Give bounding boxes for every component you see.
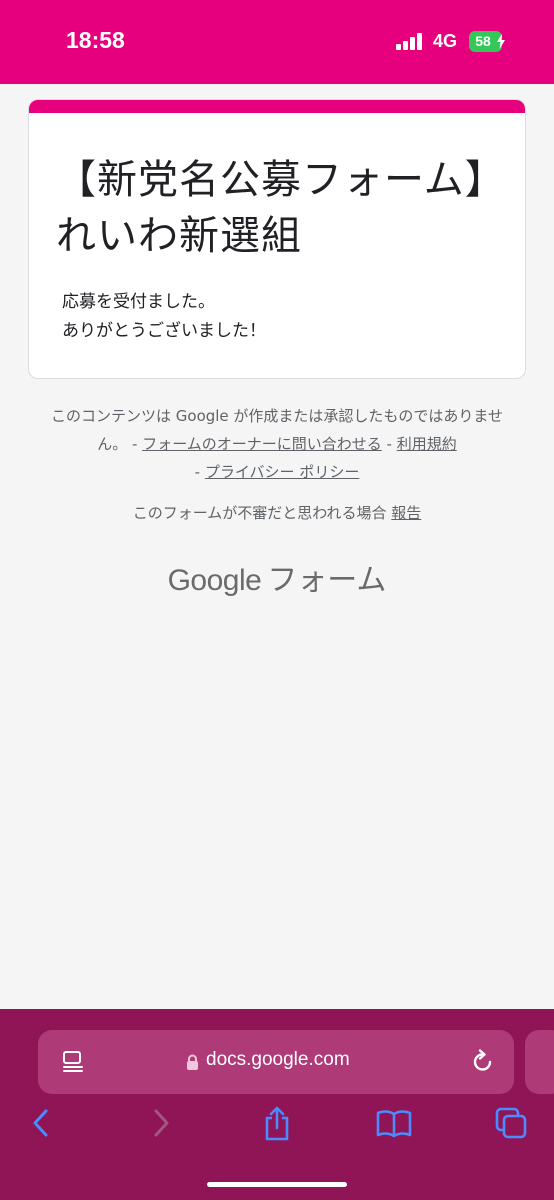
tabs-icon <box>495 1107 527 1139</box>
browser-toolbar: docs.google.com <box>0 1009 554 1200</box>
network-type: 4G <box>433 31 458 51</box>
charging-bolt-icon <box>497 34 505 49</box>
google-forms-logo[interactable]: Google フォーム <box>0 555 554 599</box>
reload-icon[interactable] <box>470 1049 496 1075</box>
separator: - <box>194 463 205 481</box>
report-text: このフォームが不審だと思われる場合 <box>132 504 392 522</box>
back-icon <box>33 1109 48 1137</box>
card-accent-bar <box>29 100 525 113</box>
forward-button[interactable] <box>141 1103 181 1143</box>
privacy-policy-link[interactable]: プライバシー ポリシー <box>205 463 359 481</box>
form-confirmation-card: 【新党名公募フォーム】れいわ新選組 応募を受付ました。 ありがとうございました！ <box>28 99 526 379</box>
share-icon <box>265 1106 289 1141</box>
url-text: docs.google.com <box>206 1049 350 1070</box>
battery-level: 58 <box>475 33 491 49</box>
reader-icon[interactable] <box>62 1051 86 1073</box>
bookmarks-button[interactable] <box>374 1103 414 1143</box>
battery-icon: 58 <box>469 31 505 52</box>
bookmarks-icon <box>376 1110 412 1138</box>
share-button[interactable] <box>257 1103 297 1143</box>
contact-owner-link[interactable]: フォームのオーナーに問い合わせる <box>142 435 382 453</box>
tabs-button[interactable] <box>491 1103 531 1143</box>
address-bar[interactable]: docs.google.com <box>38 1030 514 1094</box>
confirmation-line-2: ありがとうございました！ <box>62 321 266 341</box>
confirmation-message: 応募を受付ました。 ありがとうございました！ <box>62 288 502 346</box>
lock-icon <box>187 1054 198 1070</box>
terms-link[interactable]: 利用規約 <box>397 435 457 453</box>
confirmation-line-1: 応募を受付ました。 <box>62 292 215 312</box>
forward-icon <box>154 1109 169 1137</box>
report-link[interactable]: 報告 <box>391 504 421 522</box>
report-abuse: このフォームが不審だと思われる場合 報告 <box>44 500 510 526</box>
status-bar: 18:58 4G 58 <box>0 0 554 84</box>
logo-google: Google <box>167 564 262 597</box>
logo-forms: フォーム <box>267 563 387 598</box>
form-title: 【新党名公募フォーム】れいわ新選組 <box>56 157 506 259</box>
home-indicator <box>207 1182 347 1187</box>
google-disclaimer: このコンテンツは Google が作成または承認したものではありません。 - フ… <box>44 402 510 486</box>
signal-icon <box>396 33 426 50</box>
next-tab-preview[interactable] <box>525 1030 554 1094</box>
back-button[interactable] <box>21 1103 61 1143</box>
separator: - <box>381 435 397 453</box>
status-time: 18:58 <box>66 27 125 53</box>
